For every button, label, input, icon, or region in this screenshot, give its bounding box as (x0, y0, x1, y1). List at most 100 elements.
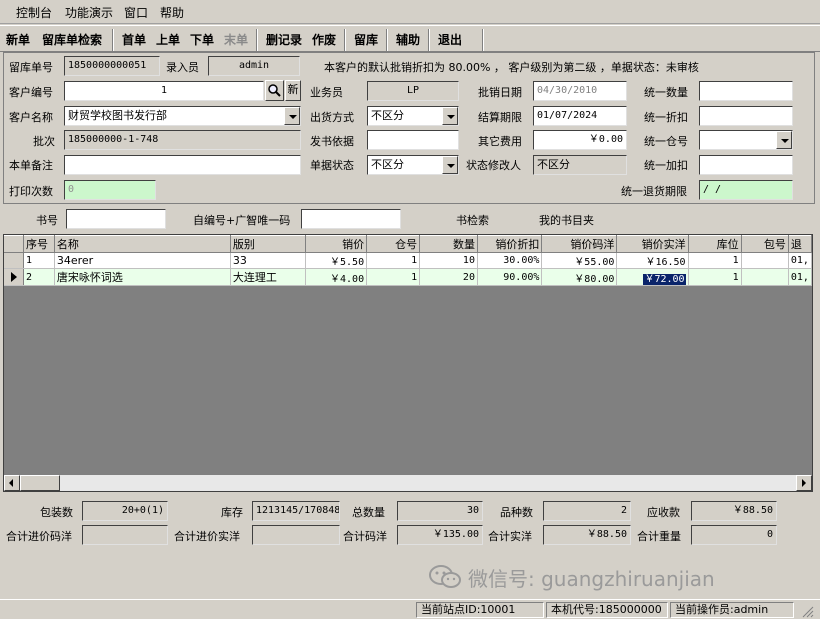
print-count-label: 打印次数 (9, 185, 53, 198)
stock-button[interactable]: 留库 (354, 31, 378, 48)
book-no-input[interactable] (66, 209, 166, 229)
col-header[interactable]: 销价码洋 (541, 235, 618, 253)
chevron-down-icon[interactable] (284, 107, 300, 125)
cell-location[interactable]: 1 (688, 252, 742, 269)
wholesale-date-field[interactable]: 04/30/2010 (533, 81, 627, 101)
cell-qty[interactable]: 10 (419, 252, 478, 269)
void-button[interactable]: 作废 (312, 31, 336, 48)
doc-status-select[interactable]: 不区分 (367, 155, 459, 175)
scroll-left-icon[interactable] (4, 475, 20, 491)
selected-cell-value[interactable]: ￥72.00 (643, 273, 686, 285)
first-order-button[interactable]: 首单 (122, 31, 146, 48)
menu-console[interactable]: 控制台 (16, 4, 52, 21)
status-site: 当前站点ID:10001 (416, 602, 544, 618)
status-modifier-label: 状态修改人 (466, 159, 521, 172)
cell-package[interactable] (741, 252, 789, 269)
customer-no-input[interactable]: 1 (64, 81, 264, 101)
table-row-selected[interactable]: 2 唐宋咏怀词选 大连理工 ￥4.00 1 20 90.00% ￥80.00 ￥… (4, 268, 812, 286)
customer-name-select[interactable]: 财贸学校图书发行部 (64, 106, 301, 126)
new-order-button[interactable]: 新单 (6, 31, 30, 48)
cell-discount[interactable]: 90.00% (477, 268, 543, 286)
assist-button[interactable]: 辅助 (396, 31, 420, 48)
unified-qty-input[interactable] (699, 81, 793, 101)
cell-name[interactable]: 唐宋咏怀词选 (54, 268, 231, 286)
wechat-logo-icon (429, 565, 461, 588)
col-header[interactable]: 版别 (230, 235, 306, 253)
status-machine: 本机代号:185000000 (546, 602, 668, 618)
cell-list-amount[interactable]: ￥55.00 (541, 252, 618, 269)
cell-seq[interactable]: 1 (23, 252, 55, 269)
last-order-button[interactable]: 末单 (224, 31, 248, 48)
resize-grip-icon[interactable] (800, 604, 814, 618)
cell-publisher[interactable]: 大连理工 (230, 268, 306, 286)
row-indicator[interactable] (4, 252, 24, 269)
cell-real-amount[interactable]: ￥72.00 (616, 268, 689, 286)
chevron-down-icon[interactable] (442, 107, 458, 125)
scrollbar-thumb[interactable] (20, 475, 60, 491)
table-row[interactable]: 1 34erer 33 ￥5.50 1 10 30.00% ￥55.00 ￥16… (4, 252, 812, 269)
cost-real-label: 合计进价实洋 (174, 530, 240, 543)
cell-discount[interactable]: 30.00% (477, 252, 543, 269)
customer-search-button[interactable] (265, 80, 284, 101)
watermark-text: 微信号: guangzhiruanjian (468, 567, 715, 591)
cell-return[interactable]: 01, (788, 252, 812, 269)
menu-window[interactable]: 窗口 (124, 4, 148, 21)
cell-package[interactable] (741, 268, 789, 286)
col-header[interactable]: 数量 (419, 235, 478, 253)
col-header[interactable]: 销价实洋 (616, 235, 689, 253)
issue-basis-input[interactable] (367, 130, 459, 150)
cell-qty[interactable]: 20 (419, 268, 478, 286)
return-period-input[interactable]: / / (699, 180, 793, 200)
list-total-field: ￥135.00 (397, 525, 483, 545)
prev-order-button[interactable]: 上单 (156, 31, 180, 48)
self-code-input[interactable] (301, 209, 401, 229)
horizontal-scrollbar[interactable] (4, 475, 812, 491)
other-fee-input[interactable]: ￥0.00 (533, 130, 627, 150)
my-folder-link[interactable]: 我的书目夹 (539, 212, 594, 228)
col-header[interactable]: 销价折扣 (477, 235, 543, 253)
ship-method-select[interactable]: 不区分 (367, 106, 459, 126)
scroll-right-icon[interactable] (796, 475, 812, 491)
row-indicator[interactable] (4, 268, 24, 286)
settle-date-input[interactable]: 01/07/2024 (533, 106, 627, 126)
cell-name[interactable]: 34erer (54, 252, 231, 269)
col-header[interactable]: 包号 (741, 235, 789, 253)
toolbar-separator (428, 29, 430, 51)
cell-seq[interactable]: 2 (23, 268, 55, 286)
col-header[interactable]: 销价 (305, 235, 368, 253)
unified-warehouse-select[interactable] (699, 130, 793, 150)
unified-discount-input[interactable] (699, 106, 793, 126)
cell-price[interactable]: ￥4.00 (305, 268, 368, 286)
chevron-down-icon[interactable] (442, 156, 458, 174)
cell-publisher[interactable]: 33 (230, 252, 306, 269)
cell-warehouse[interactable]: 1 (366, 268, 421, 286)
cell-list-amount[interactable]: ￥80.00 (541, 268, 618, 286)
cell-real-amount[interactable]: ￥16.50 (616, 252, 689, 269)
doc-status-value: 不区分 (371, 158, 404, 171)
new-customer-button[interactable]: 新 (285, 80, 301, 101)
col-header[interactable]: 库位 (688, 235, 742, 253)
next-order-button[interactable]: 下单 (190, 31, 214, 48)
menu-demo[interactable]: 功能演示 (65, 4, 113, 21)
total-qty-field: 30 (397, 501, 483, 521)
status-operator: 当前操作员:admin (670, 602, 794, 618)
col-header[interactable]: 仓号 (366, 235, 421, 253)
cell-price[interactable]: ￥5.50 (305, 252, 368, 269)
book-search-link[interactable]: 书检索 (456, 212, 489, 228)
col-header[interactable]: 名称 (54, 235, 231, 253)
cost-list-label: 合计进价码洋 (6, 530, 72, 543)
col-header[interactable]: 序号 (23, 235, 55, 253)
unified-extra-input[interactable] (699, 155, 793, 175)
chevron-down-icon[interactable] (776, 131, 792, 149)
remarks-input[interactable] (64, 155, 301, 175)
cell-location[interactable]: 1 (688, 268, 742, 286)
cell-warehouse[interactable]: 1 (366, 252, 421, 269)
exit-button[interactable]: 退出 (438, 31, 462, 48)
cell-return[interactable]: 01, (788, 268, 812, 286)
menu-help[interactable]: 帮助 (160, 4, 184, 21)
stock-field: 1213145/170848 (252, 501, 340, 521)
list-total-label: 合计码洋 (343, 530, 387, 543)
order-search-button[interactable]: 留库单检索 (42, 31, 102, 48)
col-header[interactable]: 退 (788, 235, 812, 253)
delete-record-button[interactable]: 删记录 (266, 31, 302, 48)
